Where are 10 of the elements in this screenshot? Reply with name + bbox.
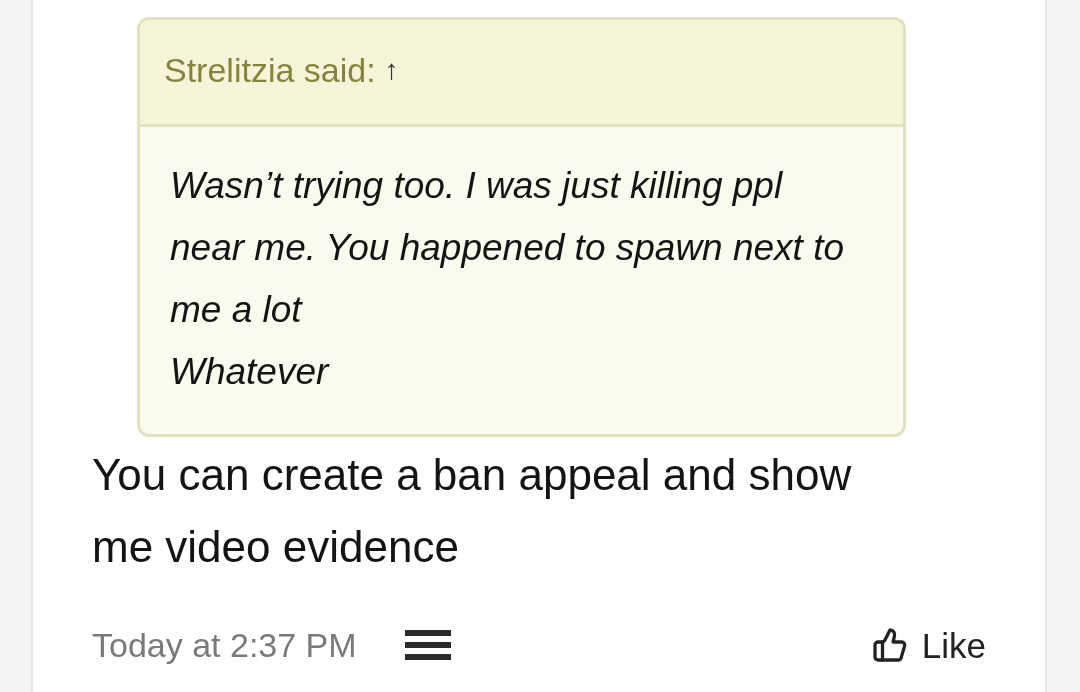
timestamp: Today at 2:37 PM — [92, 628, 357, 662]
like-button[interactable]: Like — [871, 627, 986, 663]
thumbs-up-icon — [871, 627, 908, 663]
quote-author: Strelitzia said: — [164, 53, 376, 87]
quote-text: Wasn’t trying too. I was just killing ppl near me. You happened to spawn next to me a lot — [170, 164, 846, 332]
message-text: You can create a ban appeal and show me video evidence — [92, 449, 853, 573]
menu-button[interactable] — [404, 630, 451, 660]
jump-to-quote-link[interactable]: ↑ — [384, 56, 399, 84]
quote-text: Whatever — [170, 350, 331, 394]
menu-icon — [404, 630, 451, 660]
